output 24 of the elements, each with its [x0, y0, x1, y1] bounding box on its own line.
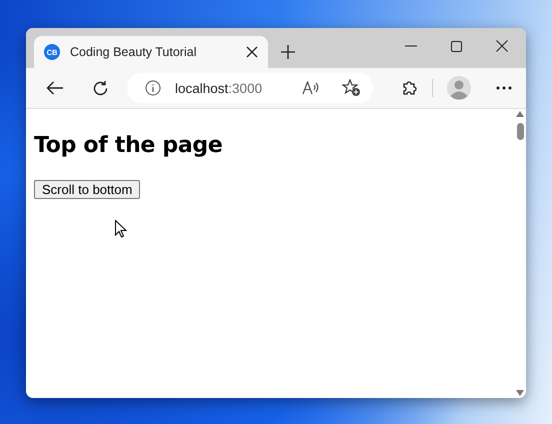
- refresh-icon[interactable]: [92, 80, 109, 96]
- info-icon[interactable]: [145, 80, 161, 96]
- minimize-icon[interactable]: [405, 45, 417, 47]
- address-bar[interactable]: localhost:3000: [127, 73, 373, 103]
- puzzle-icon[interactable]: [401, 80, 418, 96]
- star-add-icon[interactable]: [342, 79, 361, 97]
- scroll-up-icon[interactable]: [516, 111, 524, 117]
- new-tab-icon[interactable]: [280, 44, 296, 60]
- close-icon[interactable]: [496, 40, 508, 52]
- back-icon[interactable]: [46, 81, 64, 95]
- tab-title: Coding Beauty Tutorial: [70, 45, 198, 59]
- more-icon[interactable]: [496, 86, 512, 90]
- profile-icon[interactable]: [447, 76, 471, 100]
- scrollbar[interactable]: [514, 109, 526, 398]
- read-aloud-icon[interactable]: [302, 81, 320, 95]
- url-host: localhost: [175, 80, 228, 96]
- url-port: :3000: [228, 80, 262, 96]
- mouse-cursor-icon: [115, 220, 127, 238]
- scroll-down-icon[interactable]: [516, 390, 524, 396]
- close-icon[interactable]: [246, 46, 258, 58]
- scroll-thumb[interactable]: [516, 123, 524, 140]
- scroll-button[interactable]: Scroll to bottom: [34, 180, 140, 199]
- maximize-icon[interactable]: [451, 40, 462, 52]
- page-heading: Top of the page: [34, 133, 224, 158]
